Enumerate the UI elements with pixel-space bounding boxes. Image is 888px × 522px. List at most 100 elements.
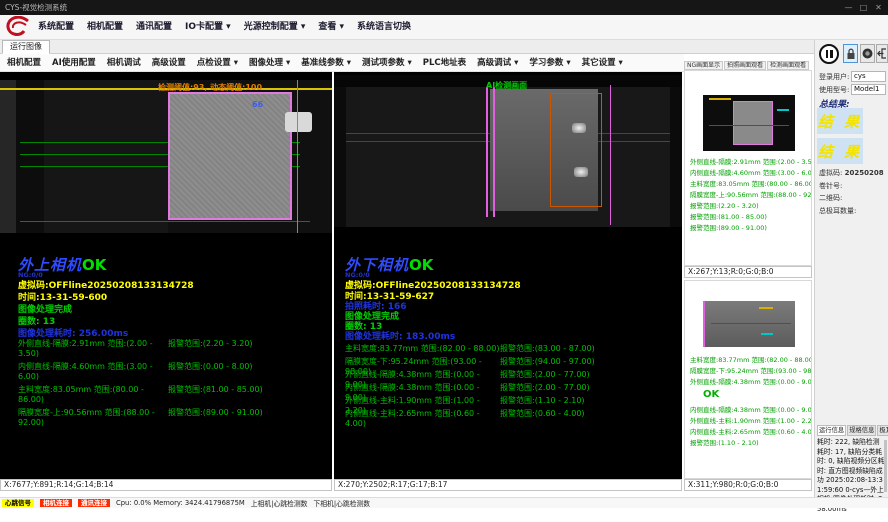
cell-region: [168, 92, 292, 220]
login-user-label: 登录用户:: [819, 72, 849, 82]
tab-electrode-info[interactable]: 极耳信息: [877, 425, 888, 436]
camera-button[interactable]: [860, 44, 875, 63]
menu-view[interactable]: 查看 ▾: [318, 15, 344, 40]
logout-icon: [877, 48, 887, 59]
mini-line: 外侧直线-隔膜:4.38mm 范围:(0.00 - 9.00): [690, 377, 812, 388]
camera-lower-measurements: 主料宽度:83.77mm 范围:(82.00 - 88.00) 报警范围:(83…: [345, 343, 675, 421]
close-button[interactable]: ✕: [871, 0, 886, 15]
tab-run-info[interactable]: 运行信息: [817, 425, 846, 436]
menu-camera-config[interactable]: 相机配置: [87, 15, 123, 40]
menu-items: 系统配置 相机配置 通讯配置 IO卡配置 ▾ 光源控制配置 ▾ 查看 ▾ 系统语…: [38, 15, 411, 40]
mini-line: 主料宽度:83.77mm 范围:(82.00 - 88.00): [690, 355, 812, 366]
log-scrollbar[interactable]: [884, 440, 887, 492]
camera-lower-status: OK: [409, 256, 433, 274]
tab-run-image[interactable]: 运行图像: [2, 40, 50, 54]
menu-system-config[interactable]: 系统配置: [38, 15, 74, 40]
camera-connection-badge: 相机连接: [40, 499, 72, 507]
alarm-range: 报警范围:(2.00 - 77.00): [500, 382, 590, 395]
mini-line: 外侧直线-主料:1.90mm 范围:(1.00 - 2.20): [690, 416, 812, 427]
virtual-code-label: 虚拟码:: [819, 169, 842, 177]
lower-camera-heartbeat: 下相机|心跳检测数: [313, 498, 370, 508]
result-display-2: 结 果: [817, 138, 863, 164]
toolbar-ai-config[interactable]: AI使用配置: [52, 54, 96, 71]
pause-button[interactable]: [819, 44, 839, 64]
menu-language-switch[interactable]: 系统语言切换: [357, 15, 411, 40]
mini-1-lines: 外侧直线-隔膜:2.91mm 范围:(2.00 - 3.50) 内侧直线-隔膜:…: [690, 157, 812, 234]
title-bar: CYS-视觉检测系统: [0, 0, 888, 15]
logout-button[interactable]: [876, 44, 888, 63]
measurement-text: 内侧直线-隔膜:4.38mm 范围:(0.00 - 9.00): [345, 382, 500, 395]
camera-upper-measurements: 外侧直线-隔膜:2.91mm 范围:(2.00 - 3.50) 报警范围:(2.…: [18, 338, 324, 430]
tab-count-label: 总极耳数量:: [819, 206, 856, 216]
mini-line: 隔膜宽度-上:90.56mm 范围:(88.00 - 92.00): [690, 190, 812, 201]
measurement-row: 内侧直线-主料:2.65mm 范围:(0.60 - 4.00) 报警范围:(0.…: [345, 408, 675, 421]
info-tabs: 运行信息 规格信息 极耳信息: [817, 425, 887, 436]
machine-edge: [0, 80, 16, 233]
coord-readout-lower: X:270;Y:2502;R:17;G:17;B:17: [334, 479, 682, 491]
toolbar-advanced-settings[interactable]: 高级设置: [152, 54, 186, 71]
toolbar-advanced-debug[interactable]: 高级调试 ▾: [477, 54, 518, 71]
measurement-row: 外侧直线-隔膜:2.91mm 范围:(2.00 - 3.50) 报警范围:(2.…: [18, 338, 324, 361]
overlay-pink-line-3: [610, 85, 611, 225]
menu-light-config[interactable]: 光源控制配置 ▾: [244, 15, 306, 40]
measurement-row: 内侧直线-隔膜:4.38mm 范围:(0.00 - 9.00) 报警范围:(2.…: [345, 382, 675, 395]
measurement-text: 外侧直线-主料:1.90mm 范围:(1.00 - 2.20): [345, 395, 500, 408]
result-text: 结 果: [818, 141, 862, 162]
upper-camera-heartbeat: 上相机|心跳检测数: [251, 498, 308, 508]
menu-io-config[interactable]: IO卡配置 ▾: [185, 15, 231, 40]
threshold-overlay-text: 检测阈值:93, 动态阈值:100: [158, 82, 262, 93]
camera-lower-elapsed: 图像处理耗时: 183.00ms: [345, 329, 455, 342]
tab-ng-view[interactable]: NG画面显示: [684, 61, 723, 70]
result-text: 结 果: [818, 111, 862, 132]
toolbar-other-settings[interactable]: 其它设置 ▾: [582, 54, 623, 71]
toolbar-plc-table[interactable]: PLC地址表: [423, 54, 466, 71]
coord-readout-mini-1: X:267;Y:13;R:0;G:0;B:0: [684, 266, 812, 278]
overlay-pink-line-2: [493, 87, 495, 217]
tab-detect-view[interactable]: 检测画面观看: [767, 61, 809, 70]
measurement-text: 隔膜宽度-下:95.24mm 范围:(93.00 - 98.00): [345, 356, 500, 369]
tab-photo-view[interactable]: 拍照画面观看: [724, 61, 766, 70]
pause-icon: [826, 50, 829, 58]
tab-strip: [0, 40, 888, 54]
toolbar-baseline-params[interactable]: 基准线参数 ▾: [301, 54, 351, 71]
overlay-green-line-4: [20, 221, 310, 222]
lock-button[interactable]: [843, 44, 858, 63]
measurement-row: 外侧直线-隔膜:4.38mm 范围:(0.00 - 9.00) 报警范围:(2.…: [345, 369, 675, 382]
glow-spot-2: [574, 167, 588, 177]
toolbar-spot-check[interactable]: 点检设置 ▾: [197, 54, 238, 71]
minimize-button[interactable]: —: [841, 0, 856, 15]
connector-blob: [285, 112, 312, 132]
measurement-row: 主料宽度:83.05mm 范围:(80.00 - 86.00) 报警范围:(81…: [18, 384, 324, 407]
alarm-range: 报警范围:(2.00 - 77.00): [500, 369, 590, 382]
camera-icon: [862, 48, 873, 59]
model-field[interactable]: Model1: [851, 84, 886, 95]
machine-gap: [16, 80, 44, 233]
camera-image-lower: AI检测画面: [334, 75, 682, 227]
measurement-row: 隔膜宽度-下:95.24mm 范围:(93.00 - 98.00) 报警范围:(…: [345, 356, 675, 369]
toolbar-camera-config[interactable]: 相机配置: [7, 54, 41, 71]
mini-line: 内侧直线-隔膜:4.60mm 范围:(3.00 - 6.00): [690, 168, 812, 179]
mini-panel-2: 主料宽度:83.77mm 范围:(82.00 - 88.00) 隔膜宽度-下:9…: [684, 280, 812, 479]
mini-2-lines-top: 主料宽度:83.77mm 范围:(82.00 - 88.00) 隔膜宽度-下:9…: [690, 355, 812, 388]
toolbar-camera-debug[interactable]: 相机调试: [107, 54, 141, 71]
menu-comm-config[interactable]: 通讯配置: [136, 15, 172, 40]
measurement-row: 隔膜宽度-上:90.56mm 范围:(88.00 - 92.00) 报警范围:(…: [18, 407, 324, 430]
coord-readout-upper: X:7677;Y:891;R:14;G:14;B:14: [0, 479, 332, 491]
tab-spec-info[interactable]: 规格信息: [847, 425, 876, 436]
login-user-field[interactable]: cys: [851, 71, 886, 82]
camera-image-upper: 检测阈值:93, 动态阈值:100 66: [0, 80, 332, 233]
lock-icon: [846, 48, 856, 60]
measurement-text: 内侧直线-隔膜:4.60mm 范围:(3.00 - 6.00): [18, 361, 168, 384]
needle-number-label: 卷针号:: [819, 181, 842, 191]
mini-line: 隔膜宽度-下:95.24mm 范围:(93.00 - 98.00): [690, 366, 812, 377]
alarm-range: 报警范围:(2.20 - 3.20): [168, 338, 253, 361]
result-display-1: 结 果: [817, 108, 863, 134]
alarm-range: 报警范围:(94.00 - 97.00): [500, 356, 595, 369]
maximize-button[interactable]: □: [856, 0, 871, 15]
virtual-code-row: 虚拟码: 20250208: [819, 168, 884, 178]
toolbar-learning-params[interactable]: 学习参数 ▾: [529, 54, 570, 71]
overlay-pink-line-1: [486, 87, 488, 217]
toolbar-image-processing[interactable]: 图像处理 ▾: [249, 54, 290, 71]
mini-2-lines-bottom: 内侧直线-隔膜:4.38mm 范围:(0.00 - 9.00) 外侧直线-主料:…: [690, 405, 812, 449]
toolbar-test-params[interactable]: 测试项参数 ▾: [362, 54, 412, 71]
